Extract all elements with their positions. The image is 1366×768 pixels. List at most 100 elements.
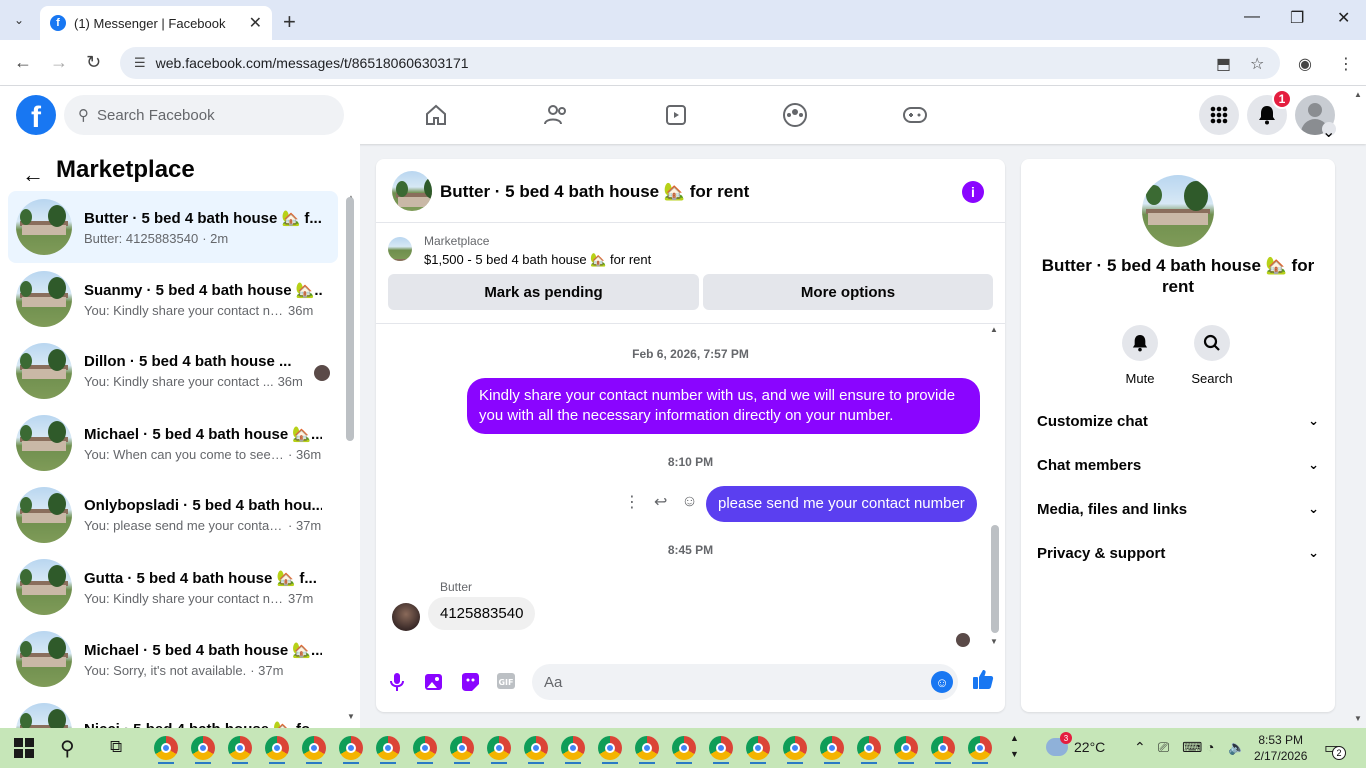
mute-button[interactable]: Mute bbox=[1110, 325, 1170, 386]
browser-tab[interactable]: f (1) Messenger | Facebook ✕ bbox=[40, 6, 272, 40]
page-scroll-up-icon[interactable]: ▲ bbox=[1354, 90, 1362, 99]
wifi-icon[interactable]: ◔ bbox=[1206, 739, 1214, 755]
close-window-icon[interactable]: ✕ bbox=[1337, 8, 1350, 28]
close-tab-icon[interactable]: ✕ bbox=[249, 13, 262, 33]
profile-icon[interactable]: ◉ bbox=[1298, 54, 1312, 74]
back-icon[interactable]: ← bbox=[14, 52, 32, 73]
minimize-icon[interactable]: — bbox=[1244, 8, 1260, 26]
chrome-profile-app-icon[interactable] bbox=[520, 732, 552, 764]
back-arrow-icon[interactable]: ← bbox=[22, 162, 44, 188]
chat-title[interactable]: Butter · 5 bed 4 bath house 🏡 for rent bbox=[440, 182, 749, 202]
chat-members-row[interactable]: Chat members ⌄ bbox=[1037, 453, 1319, 477]
new-tab-icon[interactable]: + bbox=[283, 9, 296, 35]
chrome-profile-app-icon[interactable] bbox=[631, 732, 663, 764]
conversation-item[interactable]: Michael · 5 bed 4 bath house 🏡... You: Wh… bbox=[8, 407, 338, 479]
more-options-button[interactable]: More options bbox=[703, 274, 993, 310]
account-chevron-down-icon[interactable]: ⌄ bbox=[1322, 122, 1336, 141]
tab-search-chevron-icon[interactable]: ⌄ bbox=[6, 8, 32, 32]
chrome-profile-app-icon[interactable] bbox=[927, 732, 959, 764]
left-scroll-down-icon[interactable]: ▼ bbox=[347, 712, 355, 721]
chat-scroll-up-icon[interactable]: ▲ bbox=[990, 325, 998, 334]
privacy-support-row[interactable]: Privacy & support ⌄ bbox=[1037, 541, 1319, 565]
facebook-logo-icon[interactable]: f bbox=[16, 95, 56, 135]
conversation-item[interactable]: Butter · 5 bed 4 bath house 🏡 f... Butter… bbox=[8, 191, 338, 263]
facebook-search-input[interactable]: ⚲ Search Facebook bbox=[64, 95, 344, 135]
emoji-icon[interactable]: ☺ bbox=[931, 671, 953, 693]
chrome-profile-app-icon[interactable] bbox=[964, 732, 996, 764]
chrome-profile-app-icon[interactable] bbox=[816, 732, 848, 764]
conversation-item[interactable]: Michael · 5 bed 4 bath house 🏡... You: So… bbox=[8, 623, 338, 695]
mark-as-pending-button[interactable]: Mark as pending bbox=[388, 274, 699, 310]
friends-icon[interactable] bbox=[541, 100, 571, 130]
chrome-profile-app-icon[interactable] bbox=[298, 732, 330, 764]
gif-icon[interactable]: GIF bbox=[496, 672, 516, 695]
taskbar-scroll-chevrons-icon[interactable]: ▲ ▼ bbox=[1010, 730, 1019, 762]
forward-icon[interactable]: → bbox=[50, 52, 68, 73]
reload-icon[interactable]: ↻ bbox=[86, 52, 101, 73]
chrome-profile-app-icon[interactable] bbox=[261, 732, 293, 764]
show-hidden-icons-icon[interactable]: ⌃ bbox=[1134, 739, 1146, 756]
info-icon[interactable]: i bbox=[962, 181, 984, 203]
chrome-profile-app-icon[interactable] bbox=[446, 732, 478, 764]
chrome-profile-app-icon[interactable] bbox=[668, 732, 700, 764]
left-scrollbar-thumb[interactable] bbox=[346, 197, 354, 441]
groups-icon[interactable] bbox=[780, 100, 810, 130]
search-conversation-button[interactable]: Search bbox=[1182, 325, 1242, 386]
chrome-profile-app-icon[interactable] bbox=[224, 732, 256, 764]
weather-widget[interactable]: 3 22°C bbox=[1046, 732, 1105, 756]
chrome-profile-app-icon[interactable] bbox=[335, 732, 367, 764]
chrome-profile-app-icon[interactable] bbox=[705, 732, 737, 764]
more-actions-icon[interactable]: ⋮ bbox=[624, 492, 640, 512]
chrome-profile-app-icon[interactable] bbox=[890, 732, 922, 764]
chrome-profile-app-icon[interactable] bbox=[742, 732, 774, 764]
gaming-icon[interactable] bbox=[900, 100, 930, 130]
input-language-icon[interactable]: ⌨ bbox=[1182, 739, 1202, 756]
page-scroll-down-icon[interactable]: ▼ bbox=[1354, 714, 1362, 723]
home-icon[interactable] bbox=[421, 100, 451, 130]
chrome-profile-app-icon[interactable] bbox=[483, 732, 515, 764]
bookmark-star-icon[interactable]: ☆ bbox=[1250, 54, 1264, 74]
install-app-icon[interactable]: ⬒ bbox=[1216, 54, 1231, 74]
listing-title[interactable]: $1,500 - 5 bed 4 bath house 🏡 for rent bbox=[424, 252, 651, 268]
sender-avatar[interactable] bbox=[392, 603, 420, 631]
chrome-profile-app-icon[interactable] bbox=[150, 732, 182, 764]
contact-avatar[interactable] bbox=[1142, 175, 1214, 247]
windows-start-icon[interactable] bbox=[14, 738, 34, 758]
chrome-profile-app-icon[interactable] bbox=[557, 732, 589, 764]
system-clock[interactable]: 8:53 PM 2/17/2026 bbox=[1254, 732, 1307, 764]
chat-scrollbar-thumb[interactable] bbox=[991, 525, 999, 633]
chrome-profile-app-icon[interactable] bbox=[779, 732, 811, 764]
conversation-item[interactable]: Dillon · 5 bed 4 bath house ... You: Kind… bbox=[8, 335, 338, 407]
menu-grid-icon[interactable] bbox=[1199, 95, 1239, 135]
restore-icon[interactable]: ❐ bbox=[1290, 8, 1304, 28]
site-info-icon[interactable]: ☰ bbox=[134, 55, 146, 71]
conversation-item[interactable]: Onlybopsladi · 5 bed 4 bath hou... You: p… bbox=[8, 479, 338, 551]
chat-avatar[interactable] bbox=[392, 171, 432, 211]
conversation-item[interactable]: Suanmy · 5 bed 4 bath house 🏡... You: Kin… bbox=[8, 263, 338, 335]
outgoing-message[interactable]: Kindly share your contact number with us… bbox=[467, 378, 980, 434]
listing-thumbnail[interactable] bbox=[388, 237, 412, 261]
sticker-icon[interactable] bbox=[460, 672, 480, 697]
reply-icon[interactable]: ↩ bbox=[654, 492, 667, 512]
conversation-item[interactable]: Nicci · 5 bed 4 bath house 🏡 fo... bbox=[8, 695, 338, 728]
outgoing-message[interactable]: please send me your contact number bbox=[706, 486, 977, 522]
media-files-links-row[interactable]: Media, files and links ⌄ bbox=[1037, 497, 1319, 521]
chrome-profile-app-icon[interactable] bbox=[409, 732, 441, 764]
chrome-profile-app-icon[interactable] bbox=[594, 732, 626, 764]
url-bar[interactable]: ☰ web.facebook.com/messages/t/8651806063… bbox=[120, 47, 1280, 79]
photo-icon[interactable] bbox=[424, 672, 444, 697]
volume-icon[interactable]: 🔈 bbox=[1228, 739, 1245, 756]
customize-chat-row[interactable]: Customize chat ⌄ bbox=[1037, 409, 1319, 433]
meet-icon[interactable]: ⎚ bbox=[1158, 739, 1169, 756]
video-icon[interactable] bbox=[661, 100, 691, 130]
microphone-icon[interactable] bbox=[390, 672, 404, 697]
chrome-profile-app-icon[interactable] bbox=[372, 732, 404, 764]
task-view-icon[interactable]: ⧉ bbox=[110, 737, 122, 757]
chat-scroll-down-icon[interactable]: ▼ bbox=[990, 637, 998, 646]
conversation-item[interactable]: Gutta · 5 bed 4 bath house 🏡 f... You: Ki… bbox=[8, 551, 338, 623]
message-input[interactable]: Aa bbox=[532, 664, 958, 700]
browser-menu-icon[interactable]: ⋮ bbox=[1338, 54, 1354, 74]
chrome-profile-app-icon[interactable] bbox=[187, 732, 219, 764]
taskbar-search-icon[interactable]: ⚲ bbox=[60, 736, 75, 761]
incoming-message[interactable]: 4125883540 bbox=[428, 597, 536, 630]
